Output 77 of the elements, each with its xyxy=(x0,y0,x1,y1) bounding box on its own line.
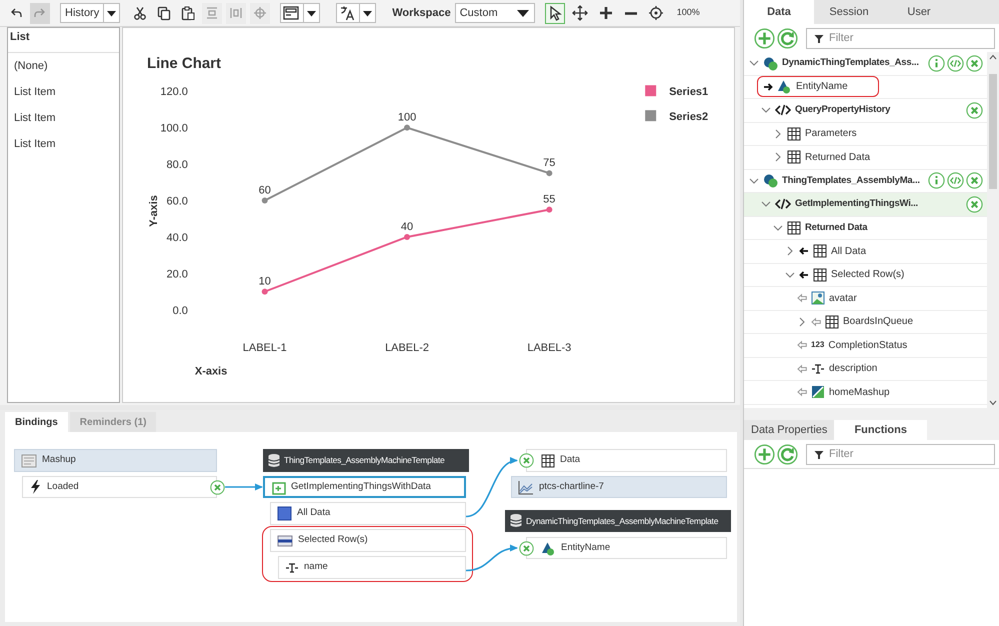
tree-row[interactable]: description xyxy=(744,358,987,381)
widget-header[interactable]: Mashup xyxy=(14,449,217,472)
list-item[interactable]: List Item xyxy=(8,78,119,104)
data-source-header[interactable]: DynamicThingTemplates_AssemblyMachineTemplate xyxy=(505,510,731,532)
tree-label: homeMashup xyxy=(829,386,890,400)
tree-row[interactable]: avatar xyxy=(744,287,987,310)
workspace-label: Workspace xyxy=(392,6,451,21)
binding-item[interactable]: name xyxy=(278,556,466,579)
tree-label: Returned Data xyxy=(805,220,868,235)
binding-item[interactable]: Data xyxy=(526,449,727,472)
data-label: 40 xyxy=(400,220,414,233)
legend-label: Series2 xyxy=(669,111,708,124)
axis-tick-label: LABEL-2 xyxy=(385,342,429,354)
tree-row[interactable]: 123 CompletionStatus xyxy=(744,334,987,358)
filter-field[interactable]: Filter xyxy=(806,444,995,464)
tree-label: QueryPropertyHistory xyxy=(795,103,890,118)
list-item[interactable]: List Item xyxy=(8,130,119,156)
tree-label: Returned Data xyxy=(805,150,870,165)
axis-tick-label: 80.0 xyxy=(166,159,188,172)
data-label: 75 xyxy=(543,157,556,170)
tree-label: Parameters xyxy=(805,127,857,142)
tree-row[interactable]: Selected Row(s) xyxy=(744,264,987,287)
workspace-select[interactable]: Custom xyxy=(454,3,535,23)
list-item[interactable]: (None) xyxy=(8,52,119,78)
tree-label: GetImplementingThingsWi... xyxy=(795,197,918,212)
tree-label: CompletionStatus xyxy=(828,338,908,353)
widget-header[interactable]: ptcs-chartline-7 xyxy=(511,476,727,498)
tree-label: Selected Row(s) xyxy=(831,268,904,282)
tree-label: All Data xyxy=(831,244,866,259)
tree-label: EntityName xyxy=(796,80,848,94)
tree-label: DynamicThingTemplates_Ass... xyxy=(782,56,919,70)
binding-item[interactable]: Selected Row(s) xyxy=(270,529,466,552)
data-source-header[interactable]: ThingTemplates_AssemblyMachineTemplate xyxy=(263,449,469,472)
data-label: 60 xyxy=(258,184,271,197)
list-item[interactable]: List Item xyxy=(8,104,119,130)
tree-row[interactable]: BoardsInQueue xyxy=(744,310,987,334)
zoom-level: 100% xyxy=(676,6,700,20)
tree-row[interactable]: EntityName xyxy=(744,76,987,99)
legend-label: Series1 xyxy=(669,86,708,98)
axis-tick-label: LABEL-1 xyxy=(242,342,287,354)
binding-item[interactable]: All Data xyxy=(270,502,466,525)
axis-title: X-axis xyxy=(194,366,228,378)
axis-tick-label: 20.0 xyxy=(166,268,188,280)
binding-item[interactable]: Loaded xyxy=(22,476,217,498)
data-label: 55 xyxy=(543,194,556,206)
tree-row[interactable]: DynamicThingTemplates_Ass... xyxy=(744,52,987,76)
binding-item[interactable]: GetImplementingThingsWithData xyxy=(263,476,466,498)
data-label: 10 xyxy=(258,276,271,288)
tree-label: avatar xyxy=(829,292,857,306)
axis-tick-label: 0.0 xyxy=(172,304,188,317)
axis-tick-label: 40.0 xyxy=(166,232,188,244)
tree-label: BoardsInQueue xyxy=(843,315,914,330)
axis-tick-label: 120.0 xyxy=(160,86,188,98)
chart-title: Line Chart xyxy=(146,55,221,72)
tree-row[interactable]: Returned Data xyxy=(744,216,987,240)
tree-row[interactable]: homeMashup xyxy=(744,381,987,404)
type-label: 123 xyxy=(811,339,824,352)
tree-row[interactable]: GetImplementingThingsWi... xyxy=(744,193,987,216)
data-label: 100 xyxy=(398,112,416,124)
tab[interactable]: Functions xyxy=(834,420,927,440)
axis-tick-label: LABEL-3 xyxy=(527,342,572,354)
tree-row[interactable]: Returned Data xyxy=(744,146,987,170)
tab[interactable]: Data Properties xyxy=(744,420,834,440)
tab[interactable]: Data xyxy=(744,0,814,24)
tree-row[interactable]: All Data xyxy=(744,240,987,264)
axis-tick-label: 60.0 xyxy=(166,196,188,208)
binding-item[interactable]: EntityName xyxy=(526,537,727,559)
tree-label: description xyxy=(829,362,878,376)
tab[interactable]: Bindings xyxy=(5,412,68,432)
tree-label: ThingTemplates_AssemblyMa... xyxy=(782,174,920,188)
history-dropdown[interactable]: History xyxy=(60,3,120,23)
tree-row[interactable]: Parameters xyxy=(744,122,987,146)
tree-row[interactable]: QueryPropertyHistory xyxy=(744,99,987,122)
axis-title: Y-axis xyxy=(148,195,160,227)
list-title: List xyxy=(8,28,119,52)
axis-tick-label: 100.0 xyxy=(160,122,188,135)
filter-field[interactable]: Filter xyxy=(806,28,995,48)
